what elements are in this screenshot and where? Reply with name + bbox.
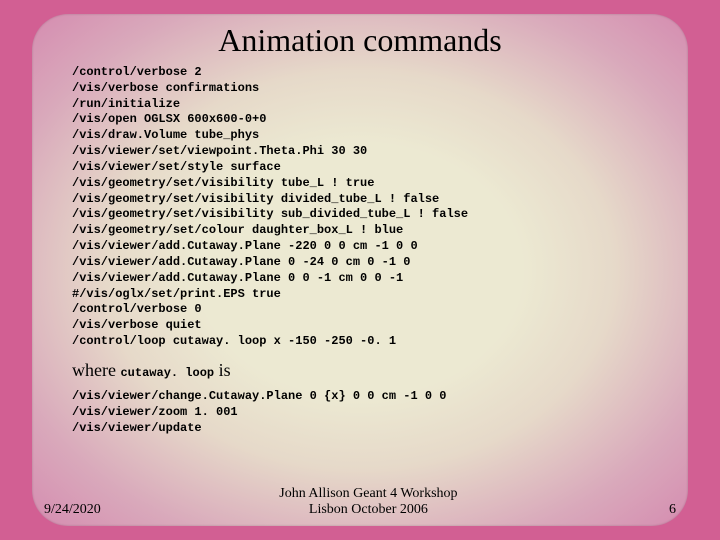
footer-location-date: Lisbon October 2006: [309, 502, 428, 517]
where-filename: cutaway. loop: [120, 366, 214, 380]
slide-body: Animation commands /control/verbose 2 /v…: [32, 14, 688, 526]
page-title: Animation commands: [72, 22, 648, 59]
footer-author-event: John Allison Geant 4 Workshop: [279, 486, 457, 501]
where-prefix: where: [72, 360, 120, 380]
code-block-main: /control/verbose 2 /vis/verbose confirma…: [72, 65, 648, 350]
footer-center: John Allison Geant 4 Workshop Lisbon Oct…: [101, 486, 636, 518]
slide: Animation commands /control/verbose 2 /v…: [0, 0, 720, 540]
where-line: where cutaway. loop is: [72, 360, 648, 381]
slide-footer: 9/24/2020 John Allison Geant 4 Workshop …: [44, 486, 676, 518]
code-block-loop: /vis/viewer/change.Cutaway.Plane 0 {x} 0…: [72, 389, 648, 436]
footer-date: 9/24/2020: [44, 502, 101, 518]
where-suffix: is: [214, 360, 231, 380]
footer-page-number: 6: [636, 502, 676, 518]
